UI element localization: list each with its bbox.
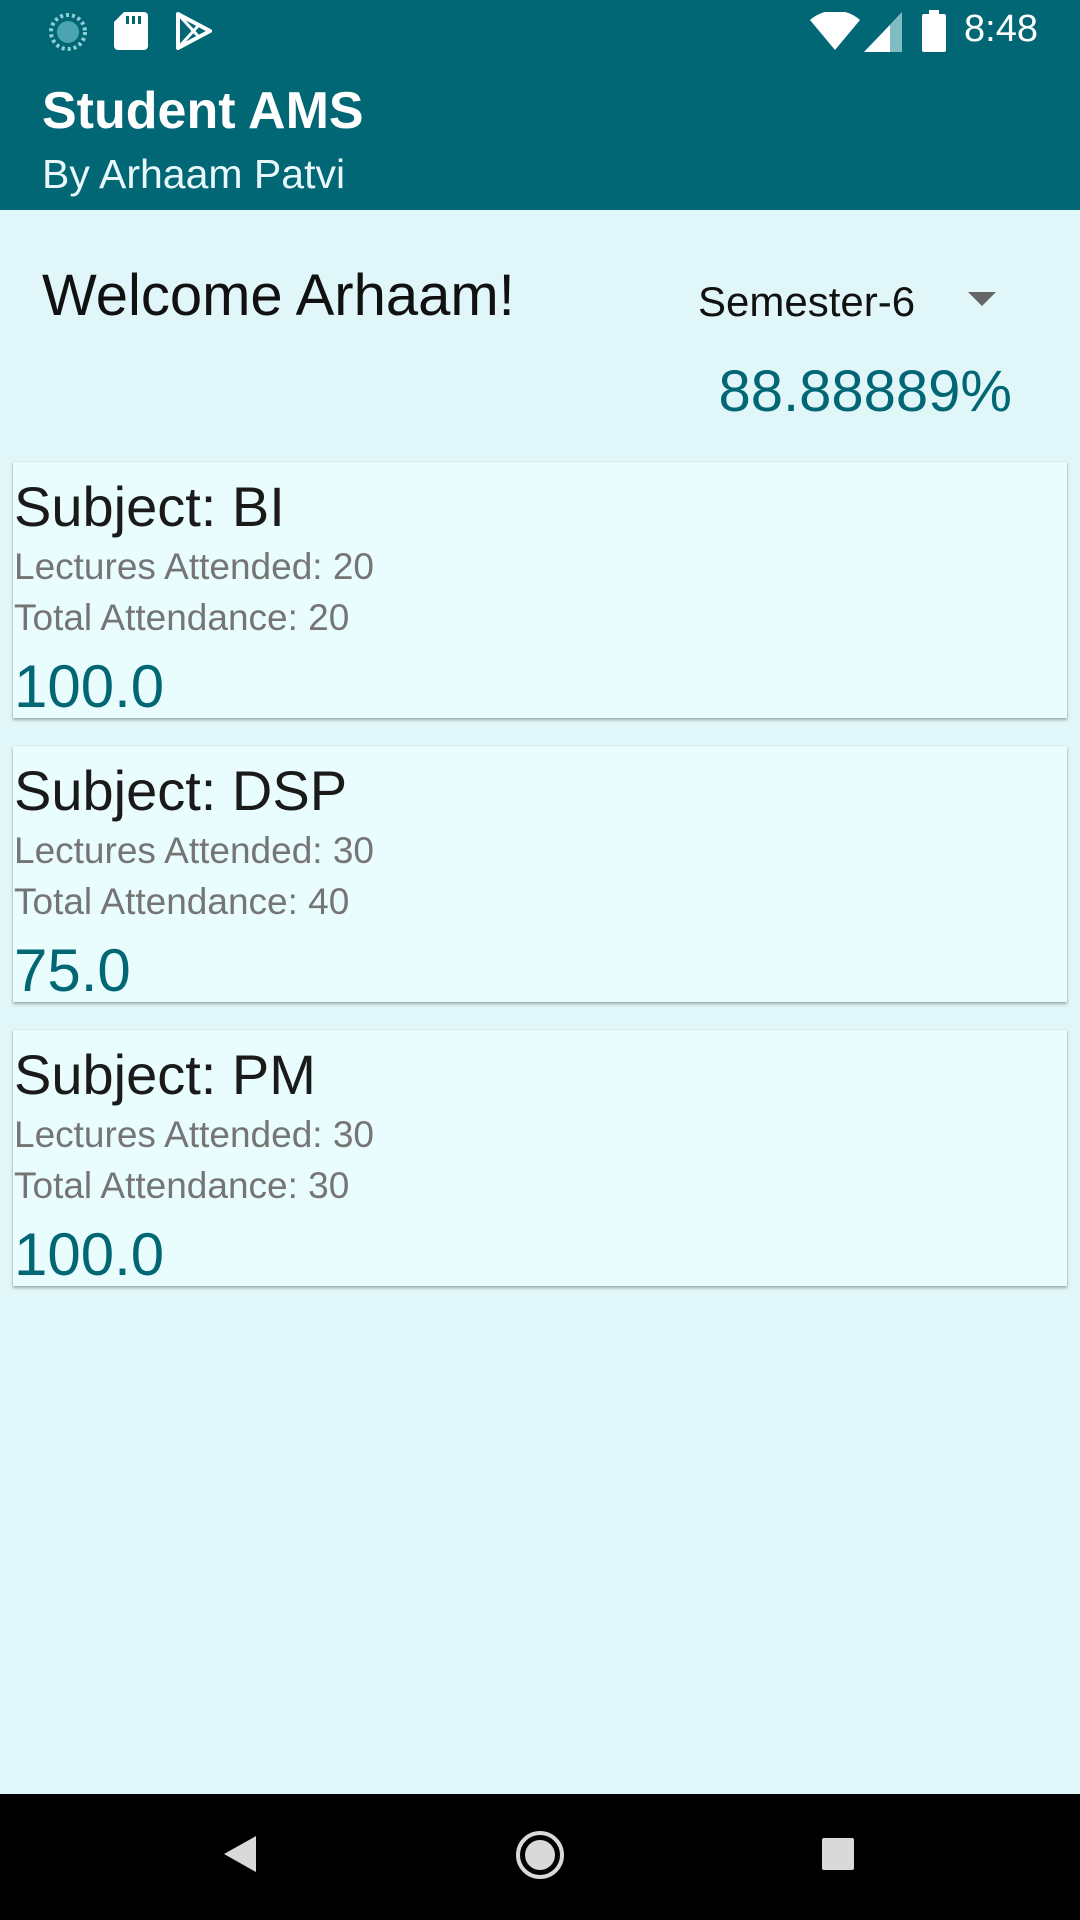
subject-card: Subject: PM Lectures Attended: 30 Total …: [13, 1030, 1067, 1288]
subject-percentage: 100.0: [14, 1221, 165, 1288]
app-title: Student AMS: [42, 82, 364, 140]
lectures-attended: Lectures Attended: 30: [14, 830, 374, 871]
dropdown-arrow-icon: [968, 292, 996, 306]
semester-spinner[interactable]: Semester-6: [680, 270, 1020, 334]
semester-spinner-value: Semester-6: [698, 278, 916, 325]
welcome-text: Welcome Arhaam!: [42, 263, 515, 328]
signal-icon: [864, 12, 902, 57]
lectures-attended: Lectures Attended: 20: [14, 546, 374, 587]
subject-name: Subject: BI: [14, 475, 285, 538]
total-attendance: Total Attendance: 20: [14, 597, 350, 638]
status-bar: 8:48: [0, 0, 1080, 63]
recents-icon[interactable]: [821, 1837, 855, 1876]
subject-name: Subject: DSP: [14, 759, 348, 822]
subject-percentage: 100.0: [14, 653, 165, 720]
wifi-icon: [810, 10, 860, 57]
navigation-bar: [0, 1794, 1080, 1920]
overall-percentage: 88.88889%: [718, 359, 1012, 424]
home-icon[interactable]: [515, 1830, 565, 1885]
subject-percentage: 75.0: [14, 937, 131, 1004]
app-subtitle: By Arhaam Patvi: [42, 151, 346, 197]
app-bar: Student AMS By Arhaam Patvi: [0, 63, 1080, 210]
battery-icon: [922, 10, 946, 57]
status-time: 8:48: [964, 8, 1038, 50]
subject-card: Subject: DSP Lectures Attended: 30 Total…: [13, 746, 1067, 1004]
loading-icon: [48, 12, 88, 57]
lectures-attended: Lectures Attended: 30: [14, 1114, 374, 1155]
total-attendance: Total Attendance: 40: [14, 881, 350, 922]
back-icon[interactable]: [222, 1834, 258, 1879]
play-store-icon: [176, 12, 212, 55]
total-attendance: Total Attendance: 30: [14, 1165, 350, 1206]
subject-name: Subject: PM: [14, 1043, 316, 1106]
subject-card: Subject: BI Lectures Attended: 20 Total …: [13, 462, 1067, 720]
sd-card-icon: [114, 12, 148, 55]
